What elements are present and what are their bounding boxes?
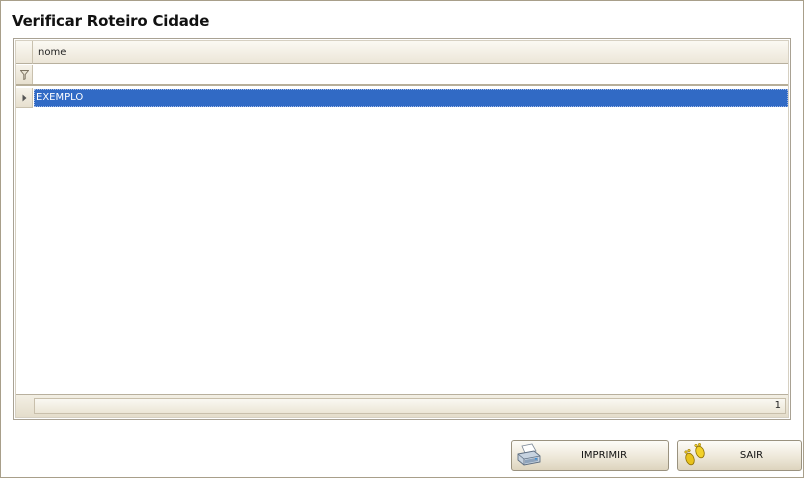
data-grid[interactable]: nome EXEMPLO 1 — [13, 38, 791, 420]
printer-icon — [516, 443, 542, 467]
print-button-label: IMPRIMIR — [580, 450, 628, 461]
grid-footer: 1 — [16, 394, 788, 417]
header-corner — [16, 41, 33, 64]
column-header-nome[interactable]: nome — [34, 41, 788, 64]
footprints-icon — [682, 443, 708, 467]
exit-button-label: SAIR — [739, 450, 764, 461]
page-title: Verificar Roteiro Cidade — [12, 12, 210, 30]
exit-button[interactable]: SAIR — [677, 440, 802, 471]
filter-icon[interactable] — [16, 65, 33, 84]
grid-body: nome EXEMPLO 1 — [15, 40, 789, 418]
grid-rows: EXEMPLO — [16, 88, 788, 393]
record-count: 1 — [34, 398, 786, 414]
print-button[interactable]: IMPRIMIR — [511, 440, 669, 471]
footer-corner — [16, 395, 33, 417]
filter-input-nome[interactable] — [34, 65, 788, 84]
cell-nome[interactable]: EXEMPLO — [34, 89, 788, 107]
row-indicator-arrow-icon — [16, 88, 33, 108]
table-row[interactable]: EXEMPLO — [16, 88, 788, 108]
grid-header-row: nome — [16, 41, 788, 64]
filter-row — [16, 65, 788, 86]
